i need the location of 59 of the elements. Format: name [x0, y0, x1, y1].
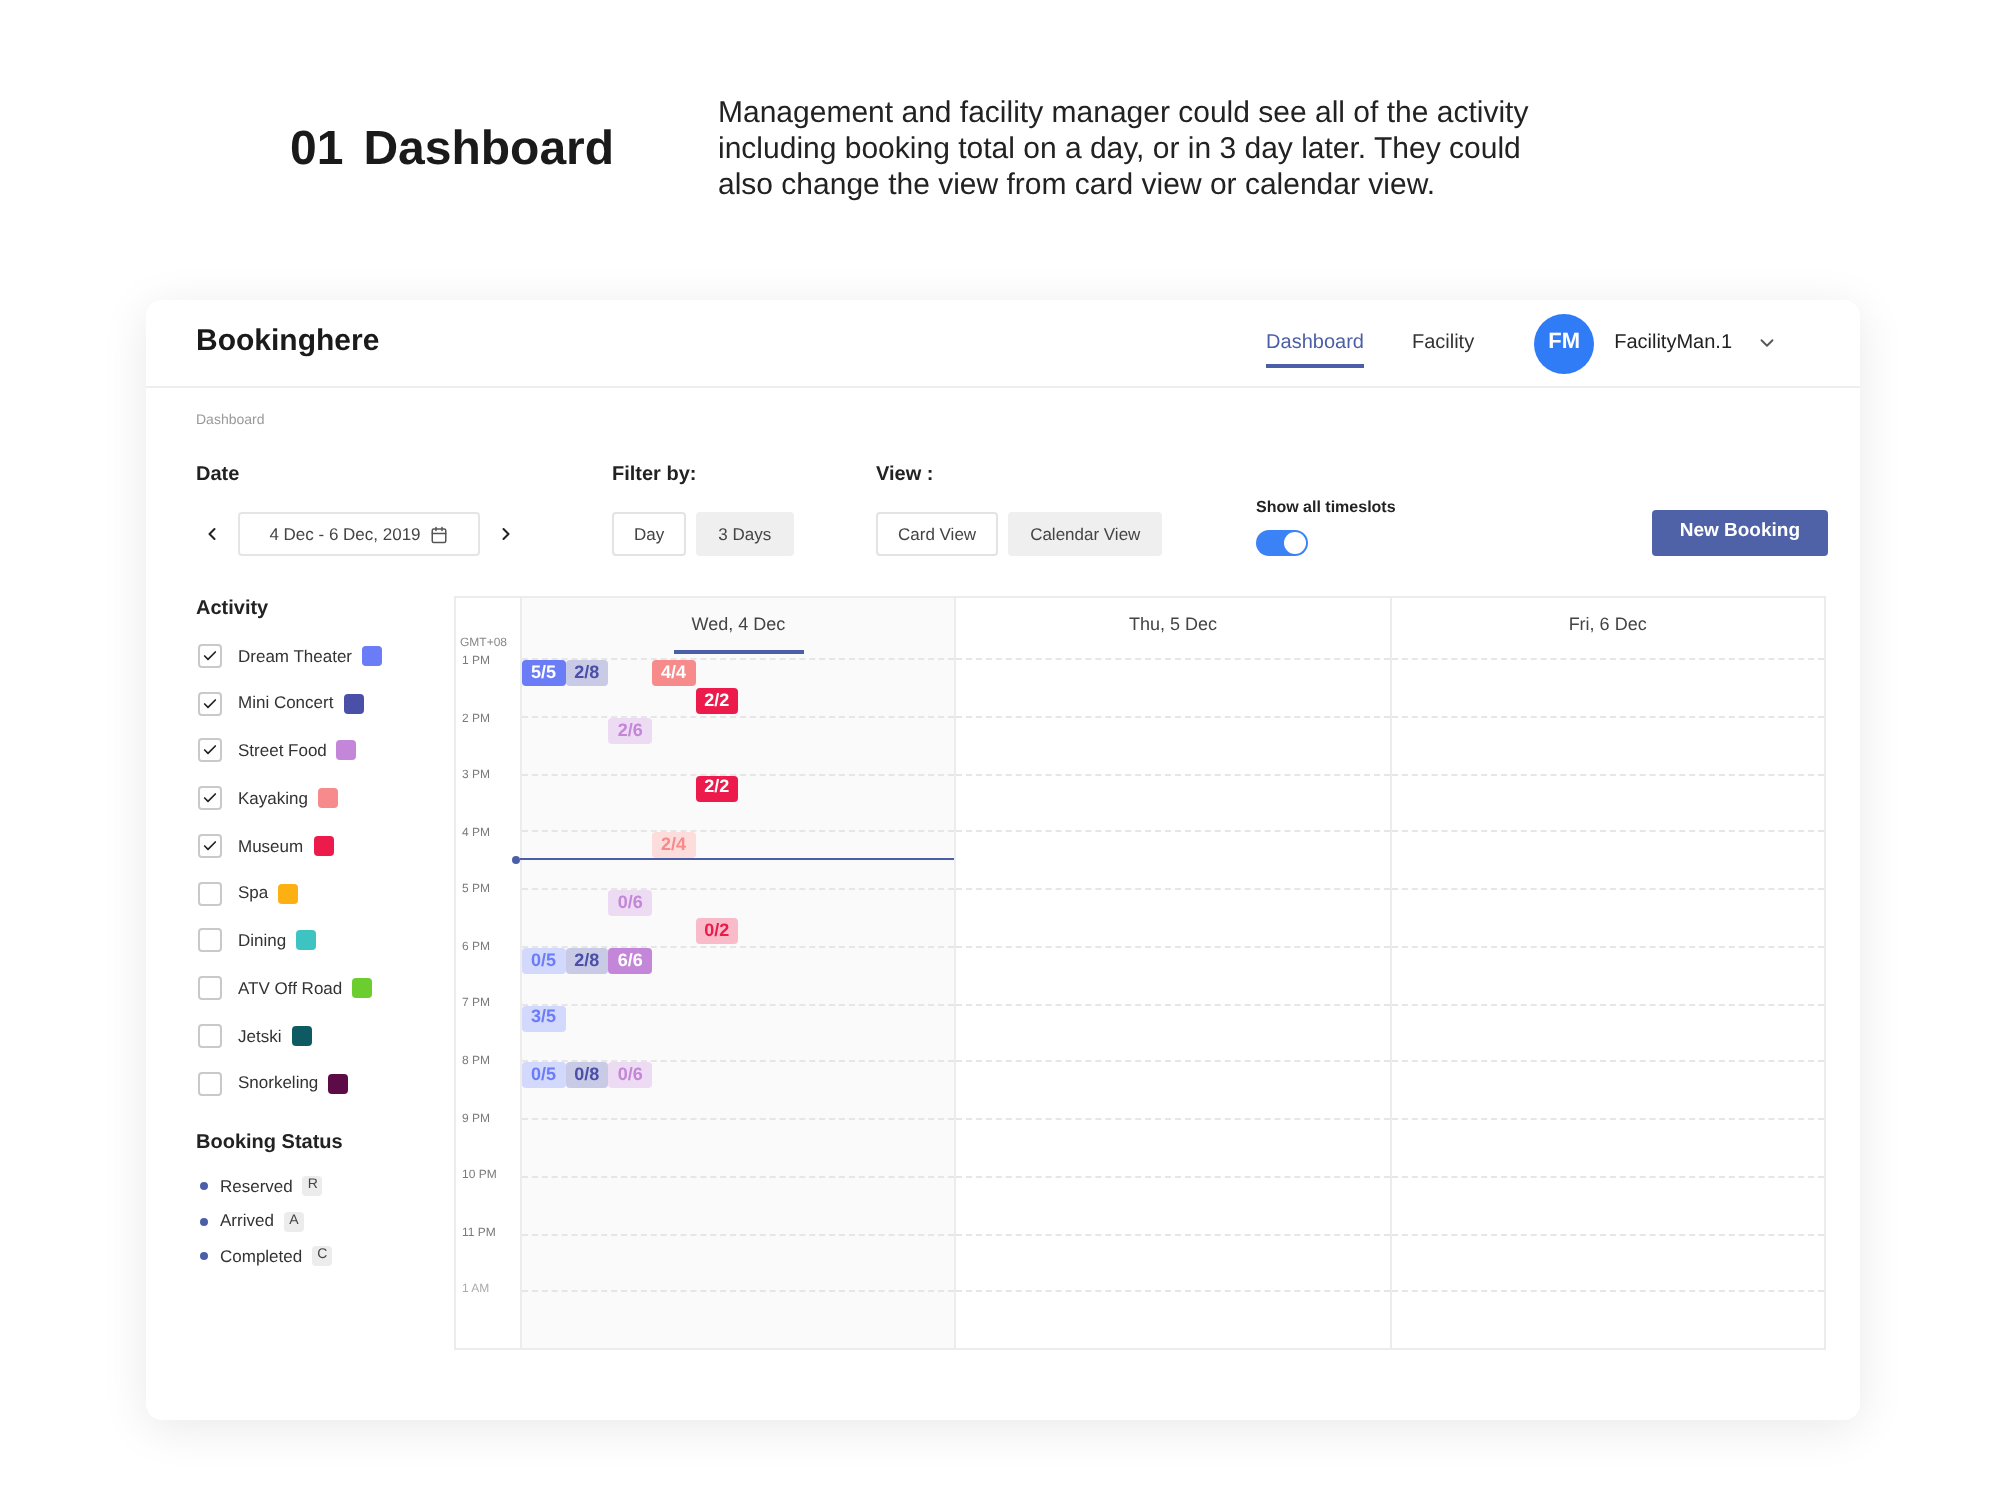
nav-tab[interactable]: Facility [1411, 319, 1475, 367]
checkbox[interactable] [198, 786, 222, 811]
activity-label[interactable]: Dream Theater [238, 643, 353, 669]
checkbox[interactable] [198, 881, 222, 906]
checkbox[interactable] [198, 976, 222, 1001]
checkmark-icon [202, 742, 218, 759]
checkbox[interactable] [198, 738, 222, 763]
booking-event[interactable]: 2/2 [695, 775, 739, 801]
checkbox[interactable] [198, 1071, 222, 1096]
section-heading: Booking Status [196, 1131, 343, 1155]
day-header[interactable]: Wed, 4 Dec [673, 610, 804, 654]
day-header[interactable]: Thu, 5 Dec [1110, 610, 1235, 654]
status-label: Completed [220, 1243, 303, 1270]
date-range-field[interactable]: 4 Dec - 6 Dec, 2019 [238, 512, 480, 556]
section-title: Dashboard [363, 120, 615, 180]
user-avatar[interactable]: FM [1534, 313, 1595, 373]
section-number: 01 [290, 120, 344, 180]
booking-event[interactable]: 0/8 [565, 1062, 609, 1089]
section-heading: Activity [196, 598, 269, 622]
activity-label[interactable]: Museum [238, 833, 304, 859]
activity-label[interactable]: Dining [238, 928, 287, 954]
booking-event[interactable]: 2/2 [695, 688, 739, 715]
activity-label[interactable]: ATV Off Road [238, 975, 343, 1001]
booking-event[interactable]: 5/5 [522, 660, 566, 686]
activity-label[interactable]: Kayaking [238, 785, 308, 811]
checkbox[interactable] [198, 928, 222, 953]
activity-label[interactable]: Mini Concert [238, 690, 334, 716]
checkbox[interactable] [198, 1023, 222, 1048]
checkmark-icon [202, 647, 218, 664]
status-label: Reserved [220, 1173, 293, 1200]
activity-label[interactable]: Spa [238, 880, 269, 906]
activity-label[interactable]: Jetski [238, 1023, 282, 1049]
booking-event[interactable]: 2/8 [565, 947, 609, 974]
field-label: Filter by: [612, 464, 697, 488]
brand-name: Bookinghere [196, 322, 380, 363]
calendar-icon[interactable] [430, 525, 449, 543]
status-label: Arrived [220, 1208, 274, 1235]
booking-event[interactable]: 2/8 [565, 660, 609, 686]
user-name[interactable]: FacilityMan.1 [1614, 328, 1732, 358]
checkmark-icon [202, 790, 218, 807]
filter-option[interactable]: 3 Days [696, 512, 794, 556]
field-label: View : [876, 464, 934, 488]
new-booking-button[interactable]: New Booking [1651, 510, 1828, 556]
toggle-label: Show all timeslots [1256, 498, 1396, 518]
activity-label[interactable]: Snorkeling [238, 1070, 319, 1096]
field-label: Date [196, 464, 240, 488]
checkbox[interactable] [198, 691, 222, 716]
timeslots-toggle[interactable] [1256, 530, 1308, 556]
checkmark-icon [202, 695, 218, 712]
filter-option[interactable]: Day [612, 512, 687, 556]
nav-tab[interactable]: Dashboard [1266, 319, 1364, 367]
filter-option[interactable]: Calendar View [1008, 512, 1163, 556]
activity-label[interactable]: Street Food [238, 738, 327, 764]
intro-description: Management and facility manager could see all of the activity including booking total on a day, or in 3 day later. They could also change the view from card view or calendar view. [718, 96, 1531, 204]
checkmark-icon [202, 837, 218, 854]
checkbox[interactable] [198, 643, 222, 668]
day-header[interactable]: Fri, 6 Dec [1550, 610, 1665, 654]
checkbox[interactable] [198, 833, 222, 858]
filter-option[interactable]: Card View [876, 512, 999, 556]
